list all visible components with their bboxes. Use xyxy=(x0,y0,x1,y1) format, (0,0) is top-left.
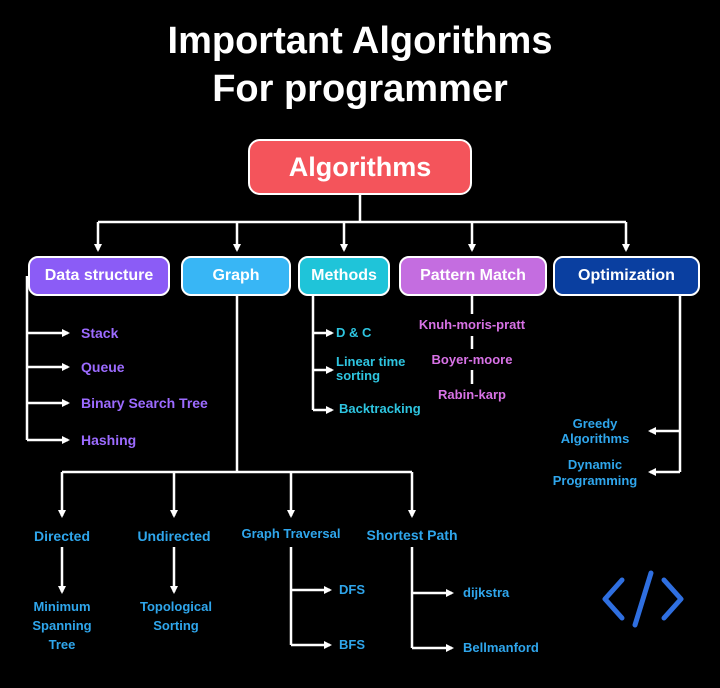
pattern-item-rabin-karp: Rabin-karp xyxy=(438,387,506,402)
pattern-item-boyer-moore: Boyer-moore xyxy=(431,352,513,367)
shortest-dijkstra: dijkstra xyxy=(463,585,510,600)
ds-item-queue: Queue xyxy=(81,359,125,375)
graph-traversal: Graph Traversal xyxy=(241,526,341,541)
category-pattern-match: Pattern Match xyxy=(399,256,547,296)
graph-mst: Minimum Spanning Tree xyxy=(32,599,92,652)
methods-item-linear-sort: Linear time sorting xyxy=(336,354,406,383)
category-graph: Graph xyxy=(181,256,291,296)
page-title-line-2: For programmer xyxy=(212,68,508,110)
graph-directed: Directed xyxy=(33,528,91,544)
ds-item-hashing: Hashing xyxy=(81,432,137,448)
root-node-algorithms: Algorithms xyxy=(248,139,472,195)
category-data-structure: Data structure xyxy=(28,256,170,296)
pattern-item-kmp: Knuh-moris-pratt xyxy=(418,317,526,332)
ds-item-bst: Binary Search Tree xyxy=(81,395,208,411)
traversal-bfs: BFS xyxy=(339,637,365,652)
graph-topological-sorting: Topological Sorting xyxy=(140,599,212,633)
opt-item-greedy: Greedy Algorithms xyxy=(560,416,630,446)
category-optimization: Optimization xyxy=(553,256,700,296)
traversal-dfs: DFS xyxy=(339,582,365,597)
graph-shortest-path: Shortest Path xyxy=(366,527,458,543)
category-methods: Methods xyxy=(298,256,390,296)
shortest-bellmanford: Bellmanford xyxy=(463,640,539,655)
methods-item-divide-conquer: D & C xyxy=(336,325,372,340)
methods-item-backtracking: Backtracking xyxy=(339,401,421,416)
opt-item-dynamic: Dynamic Programming xyxy=(552,457,638,488)
ds-item-stack: Stack xyxy=(81,325,119,341)
page-title-line-1: Important Algorithms xyxy=(167,20,553,62)
graph-undirected: Undirected xyxy=(137,528,211,544)
code-brackets-icon xyxy=(602,570,684,628)
